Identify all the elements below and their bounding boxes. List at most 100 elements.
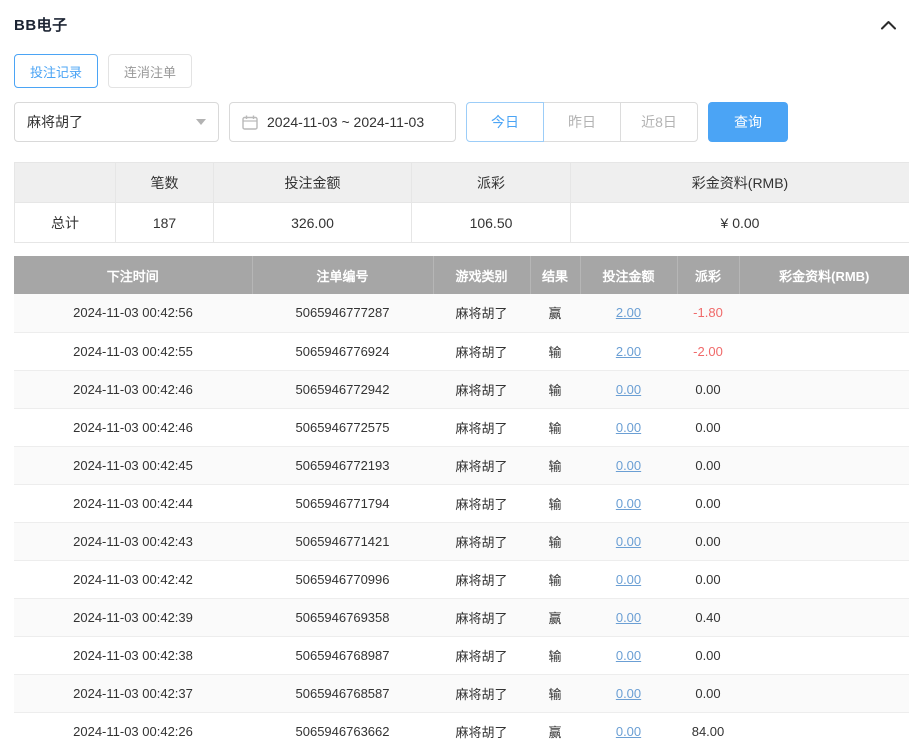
col-header-bet-amount: 投注金额: [580, 256, 677, 294]
record-tabs: 投注记录 连消注单: [14, 54, 909, 88]
yesterday-button[interactable]: 昨日: [543, 102, 621, 142]
game-type-cell: 麻将胡了: [433, 560, 530, 598]
bet-amount-cell: 0.00: [580, 598, 677, 636]
chevron-up-icon: [880, 19, 897, 31]
table-row: 2024-11-03 00:42:42 5065946770996 麻将胡了 输…: [14, 560, 909, 598]
game-type-cell: 麻将胡了: [433, 446, 530, 484]
payout-cell: 0.00: [677, 560, 739, 598]
jackpot-cell: [739, 712, 909, 740]
jackpot-cell: [739, 446, 909, 484]
order-id-cell: 5065946763662: [252, 712, 433, 740]
order-id-cell: 5065946769358: [252, 598, 433, 636]
chevron-down-icon: [196, 119, 206, 125]
bet-amount-link[interactable]: 0.00: [616, 420, 641, 435]
jackpot-cell: [739, 522, 909, 560]
order-id-cell: 5065946771794: [252, 484, 433, 522]
quick-date-buttons: 今日 昨日 近8日: [466, 102, 698, 142]
game-type-cell: 麻将胡了: [433, 674, 530, 712]
table-row: 2024-11-03 00:42:37 5065946768587 麻将胡了 输…: [14, 674, 909, 712]
bet-amount-cell: 0.00: [580, 636, 677, 674]
bet-records-panel: BB电子 投注记录 连消注单 麻将胡了 2024-11-03 ~ 2024-11…: [0, 0, 909, 740]
game-select[interactable]: 麻将胡了: [14, 102, 219, 142]
order-id-cell: 5065946772193: [252, 446, 433, 484]
result-cell: 输: [530, 522, 580, 560]
result-cell: 赢: [530, 712, 580, 740]
summary-table: 笔数 投注金额 派彩 彩金资料(RMB) 总计 187 326.00 106.5…: [14, 162, 909, 243]
payout-cell: 0.00: [677, 674, 739, 712]
date-range-value: 2024-11-03 ~ 2024-11-03: [267, 114, 424, 130]
order-id-cell: 5065946771421: [252, 522, 433, 560]
col-header-bet-time: 下注时间: [14, 256, 252, 294]
order-id-cell: 5065946768987: [252, 636, 433, 674]
jackpot-cell: [739, 408, 909, 446]
date-range-picker[interactable]: 2024-11-03 ~ 2024-11-03: [229, 102, 456, 142]
table-row: 2024-11-03 00:42:26 5065946763662 麻将胡了 赢…: [14, 712, 909, 740]
page-title: BB电子: [14, 14, 68, 35]
bet-amount-link[interactable]: 0.00: [616, 610, 641, 625]
collapse-button[interactable]: [878, 17, 899, 33]
result-cell: 输: [530, 484, 580, 522]
bet-amount-link[interactable]: 2.00: [616, 344, 641, 359]
tab-betting-records[interactable]: 投注记录: [14, 54, 98, 88]
bet-amount-link[interactable]: 0.00: [616, 724, 641, 739]
bet-amount-link[interactable]: 0.00: [616, 572, 641, 587]
summary-header-jackpot: 彩金资料(RMB): [571, 163, 909, 203]
summary-header-count: 笔数: [116, 163, 214, 203]
order-id-cell: 5065946777287: [252, 294, 433, 332]
order-id-cell: 5065946770996: [252, 560, 433, 598]
jackpot-cell: [739, 636, 909, 674]
payout-cell: 0.00: [677, 484, 739, 522]
bet-amount-cell: 0.00: [580, 370, 677, 408]
bet-amount-cell: 0.00: [580, 484, 677, 522]
bet-amount-cell: 0.00: [580, 408, 677, 446]
bet-amount-link[interactable]: 0.00: [616, 458, 641, 473]
jackpot-cell: [739, 674, 909, 712]
summary-total-row: 总计 187 326.00 106.50 ¥ 0.00: [15, 203, 909, 243]
bet-time-cell: 2024-11-03 00:42:56: [14, 294, 252, 332]
summary-total-label: 总计: [15, 203, 116, 243]
search-button[interactable]: 查询: [708, 102, 788, 142]
table-row: 2024-11-03 00:42:43 5065946771421 麻将胡了 输…: [14, 522, 909, 560]
bet-time-cell: 2024-11-03 00:42:39: [14, 598, 252, 636]
order-id-cell: 5065946768587: [252, 674, 433, 712]
result-cell: 赢: [530, 294, 580, 332]
game-select-value: 麻将胡了: [27, 112, 83, 132]
bet-amount-link[interactable]: 0.00: [616, 496, 641, 511]
bet-amount-cell: 0.00: [580, 522, 677, 560]
summary-header-empty: [15, 163, 116, 203]
bet-amount-cell: 2.00: [580, 294, 677, 332]
bet-time-cell: 2024-11-03 00:42:42: [14, 560, 252, 598]
bet-amount-link[interactable]: 0.00: [616, 382, 641, 397]
calendar-icon: [242, 115, 258, 130]
payout-cell: 0.00: [677, 636, 739, 674]
payout-cell: 0.00: [677, 522, 739, 560]
jackpot-cell: [739, 598, 909, 636]
bet-amount-link[interactable]: 0.00: [616, 648, 641, 663]
game-type-cell: 麻将胡了: [433, 598, 530, 636]
bet-records-table: 下注时间 注单编号 游戏类别 结果 投注金额 派彩 彩金资料(RMB) 2024…: [14, 256, 909, 740]
result-cell: 输: [530, 674, 580, 712]
bet-amount-link[interactable]: 0.00: [616, 534, 641, 549]
col-header-jackpot: 彩金资料(RMB): [739, 256, 909, 294]
tab-chain-bets[interactable]: 连消注单: [108, 54, 192, 88]
last-8-days-button[interactable]: 近8日: [620, 102, 698, 142]
summary-payout-value: 106.50: [412, 203, 571, 243]
game-type-cell: 麻将胡了: [433, 522, 530, 560]
payout-cell: 0.00: [677, 370, 739, 408]
table-row: 2024-11-03 00:42:46 5065946772575 麻将胡了 输…: [14, 408, 909, 446]
bet-time-cell: 2024-11-03 00:42:43: [14, 522, 252, 560]
bet-amount-link[interactable]: 2.00: [616, 305, 641, 320]
bet-amount-link[interactable]: 0.00: [616, 686, 641, 701]
jackpot-cell: [739, 484, 909, 522]
result-cell: 输: [530, 408, 580, 446]
table-row: 2024-11-03 00:42:46 5065946772942 麻将胡了 输…: [14, 370, 909, 408]
bet-time-cell: 2024-11-03 00:42:45: [14, 446, 252, 484]
today-button[interactable]: 今日: [466, 102, 544, 142]
table-row: 2024-11-03 00:42:45 5065946772193 麻将胡了 输…: [14, 446, 909, 484]
bet-time-cell: 2024-11-03 00:42:26: [14, 712, 252, 740]
order-id-cell: 5065946776924: [252, 332, 433, 370]
game-type-cell: 麻将胡了: [433, 408, 530, 446]
bet-records-body: 2024-11-03 00:42:56 5065946777287 麻将胡了 赢…: [14, 294, 909, 740]
payout-cell: -2.00: [677, 332, 739, 370]
jackpot-cell: [739, 294, 909, 332]
